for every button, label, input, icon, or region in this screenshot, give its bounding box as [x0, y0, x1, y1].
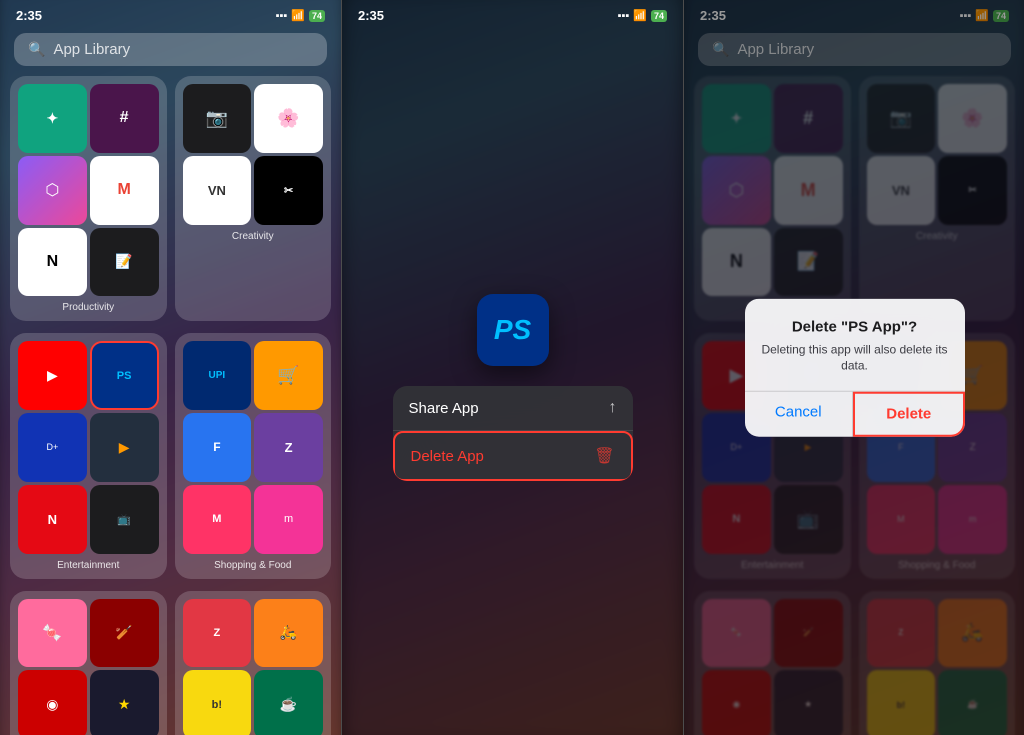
status-right-1: ▪▪▪ 📶 74 — [276, 9, 325, 22]
app-myntra-1[interactable]: M — [183, 485, 252, 554]
app-paytm-1[interactable]: UPI — [183, 341, 252, 410]
battery-badge-2: 74 — [651, 10, 667, 22]
folder-row-3: 🍬 🏏 ◉ ★ Games Z 🛵 b! ☕ Food & Dr — [10, 591, 331, 735]
app-meesho-1[interactable]: m — [254, 485, 323, 554]
folder-entertainment[interactable]: ▶ PS D+ ▶ N 📺 Entertainment — [10, 333, 167, 578]
alert-title: Delete "PS App"? — [761, 318, 949, 335]
signal-icon-2: ▪▪▪ — [618, 10, 630, 22]
app-zepto-1[interactable]: Z — [254, 413, 323, 482]
app-shortcuts-1[interactable]: ⬡ — [18, 156, 87, 225]
alert-dialog: Delete "PS App"? Deleting this app will … — [745, 298, 965, 437]
share-label: Share App — [409, 400, 479, 417]
folder-games[interactable]: 🍬 🏏 ◉ ★ Games — [10, 591, 167, 735]
creativity-label: Creativity — [232, 231, 274, 242]
alert-cancel-button[interactable]: Cancel — [745, 392, 854, 437]
wifi-icon-1: 📶 — [291, 9, 305, 22]
folder-food[interactable]: Z 🛵 b! ☕ Food & Drinks — [175, 591, 332, 735]
creativity-apps: 📷 🌸 VN ✂ — [183, 84, 324, 225]
folder-creativity[interactable]: 📷 🌸 VN ✂ Creativity — [175, 76, 332, 321]
app-amazon-1[interactable]: 🛒 — [254, 341, 323, 410]
shopping-apps: UPI 🛒 F Z M m — [183, 341, 324, 553]
panel2-phone: 2:35 ▪▪▪ 📶 74 PS Share App ↑ Delete App … — [342, 0, 683, 735]
app-capcut-1[interactable]: ✂ — [254, 156, 323, 225]
trash-icon: 🗑 — [594, 446, 614, 466]
app-extra-1[interactable]: 📺 — [90, 485, 159, 554]
food-apps: Z 🛵 b! ☕ — [183, 599, 324, 735]
shopping-label: Shopping & Food — [214, 560, 291, 571]
folder-row-1: ✦ # ⬡ M N 📝 Productivity 📷 🌸 VN — [10, 76, 331, 321]
search-icon-1: 🔍 — [28, 41, 45, 58]
folder-productivity[interactable]: ✦ # ⬡ M N 📝 Productivity — [10, 76, 167, 321]
alert-buttons: Cancel Delete — [745, 391, 965, 437]
app-notion-1[interactable]: N — [18, 228, 87, 297]
app-brawl-1[interactable]: ★ — [90, 670, 159, 735]
app-netflix-1[interactable]: N — [18, 485, 87, 554]
ps-logo: PS — [494, 314, 531, 346]
app-starbucks-1[interactable]: ☕ — [254, 670, 323, 735]
alert-body: Deleting this app will also delete its d… — [761, 341, 949, 375]
folder-row-2: ▶ PS D+ ▶ N 📺 Entertainment UPI 🛒 F — [10, 333, 331, 578]
folder-shopping[interactable]: UPI 🛒 F Z M m Shopping & Food — [175, 333, 332, 578]
app-youtube-1[interactable]: ▶ — [18, 341, 87, 410]
context-menu: Share App ↑ Delete App 🗑 — [393, 386, 633, 481]
battery-badge-1: 74 — [309, 10, 325, 22]
app-candy-1[interactable]: 🍬 — [18, 599, 87, 668]
status-right-2: ▪▪▪ 📶 74 — [618, 9, 667, 22]
app-camera-1[interactable]: 📷 — [183, 84, 252, 153]
status-bar-1: 2:35 ▪▪▪ 📶 74 — [0, 0, 341, 27]
panel1-phone: 2:35 ▪▪▪ 📶 74 🔍 App Library ✦ # ⬡ — [0, 0, 341, 735]
ps-app-icon-large: PS — [477, 294, 549, 366]
panel2-main: PS Share App ↑ Delete App 🗑 — [342, 40, 683, 735]
app-gmail-1[interactable]: M — [90, 156, 159, 225]
app-vn-1[interactable]: VN — [183, 156, 252, 225]
app-grid-1: ✦ # ⬡ M N 📝 Productivity 📷 🌸 VN — [0, 76, 341, 735]
time-label-2: 2:35 — [358, 8, 384, 23]
app-notion2-1[interactable]: 📝 — [90, 228, 159, 297]
entertainment-label: Entertainment — [57, 560, 119, 571]
status-bar-2: 2:35 ▪▪▪ 📶 74 — [342, 0, 683, 27]
context-share[interactable]: Share App ↑ — [393, 386, 633, 431]
entertainment-apps: ▶ PS D+ ▶ N 📺 — [18, 341, 159, 553]
delete-label: Delete App — [411, 448, 484, 465]
app-photos-1[interactable]: 🌸 — [254, 84, 323, 153]
app-chatgpt-1[interactable]: ✦ — [18, 84, 87, 153]
app-disney-1[interactable]: D+ — [18, 413, 87, 482]
productivity-apps: ✦ # ⬡ M N 📝 — [18, 84, 159, 296]
search-bar-1[interactable]: 🔍 App Library — [14, 33, 327, 66]
search-label-1: App Library — [53, 41, 130, 58]
share-icon: ↑ — [609, 399, 617, 417]
productivity-label: Productivity — [62, 302, 114, 313]
alert-delete-button[interactable]: Delete — [853, 392, 965, 437]
app-swiggy-1[interactable]: 🛵 — [254, 599, 323, 668]
app-blinkit-1[interactable]: b! — [183, 670, 252, 735]
app-flipkart-1[interactable]: F — [183, 413, 252, 482]
signal-icon-1: ▪▪▪ — [276, 10, 288, 22]
panel3-phone: 2:35 ▪▪▪ 📶 74 🔍 App Library ✦ # ⬡ M — [684, 0, 1024, 735]
app-slack-1[interactable]: # — [90, 84, 159, 153]
app-zomato-1[interactable]: Z — [183, 599, 252, 668]
app-ps-1[interactable]: PS — [90, 341, 159, 410]
app-rc-1[interactable]: 🏏 — [90, 599, 159, 668]
context-delete[interactable]: Delete App 🗑 — [393, 431, 633, 481]
games-apps: 🍬 🏏 ◉ ★ — [18, 599, 159, 735]
wifi-icon-2: 📶 — [633, 9, 647, 22]
time-label-1: 2:35 — [16, 8, 42, 23]
panel1-content: 2:35 ▪▪▪ 📶 74 🔍 App Library ✦ # ⬡ — [0, 0, 341, 735]
app-pokemon-1[interactable]: ◉ — [18, 670, 87, 735]
app-prime-1[interactable]: ▶ — [90, 413, 159, 482]
